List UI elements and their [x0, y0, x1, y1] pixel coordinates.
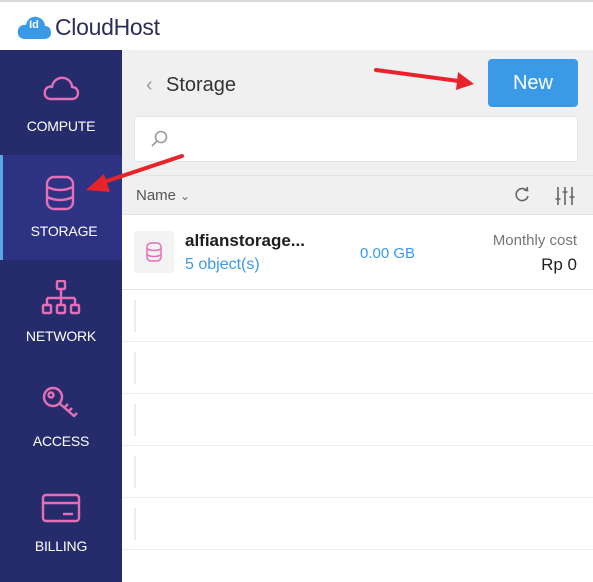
- placeholder-row: [122, 394, 593, 446]
- filter-settings-icon[interactable]: [554, 185, 576, 207]
- network-icon: [41, 280, 81, 315]
- page-title: Storage: [166, 74, 237, 96]
- cloud-logo-icon: Id: [16, 12, 52, 42]
- storage-size: 0.00 GB: [360, 245, 416, 262]
- placeholder-row: [122, 498, 593, 550]
- sidebar-item-label: COMPUTE: [26, 118, 96, 134]
- sort-label: Name: [136, 187, 177, 204]
- new-button[interactable]: New: [488, 59, 578, 107]
- logo-badge: Id: [29, 19, 39, 31]
- sidebar-item-label: STORAGE: [30, 223, 98, 239]
- table-row[interactable]: alfianstorage... 5 object(s) 0.00 GB Mon…: [122, 215, 593, 290]
- search-input[interactable]: [175, 125, 565, 153]
- sidebar-item-billing[interactable]: BILLING: [0, 470, 122, 575]
- search-box[interactable]: [134, 116, 578, 162]
- logo[interactable]: Id CloudHost: [16, 12, 160, 42]
- sidebar-item-storage[interactable]: STORAGE: [0, 155, 122, 260]
- cost-value: Rp 0: [541, 255, 577, 274]
- logo-text: CloudHost: [55, 13, 160, 40]
- credit-card-icon: [41, 493, 81, 523]
- sidebar-item-access[interactable]: ACCESS: [0, 365, 122, 470]
- cost-label: Monthly cost: [492, 232, 577, 249]
- cloud-icon: [43, 76, 80, 101]
- search-icon: [151, 130, 168, 147]
- sidebar-item-label: ACCESS: [32, 433, 90, 449]
- main-panel: ‹ Storage New Name ⌄ alfianstorage... 5 …: [122, 50, 593, 582]
- sidebar-item-compute[interactable]: COMPUTE: [0, 50, 122, 155]
- chevron-down-icon: ⌄: [180, 189, 191, 203]
- list-header: Name ⌄: [122, 175, 593, 215]
- top-bar: Id CloudHost: [0, 0, 593, 50]
- back-chevron-icon[interactable]: ‹: [146, 74, 153, 97]
- refresh-icon[interactable]: [512, 185, 532, 205]
- sidebar-item-label: BILLING: [34, 538, 88, 554]
- sidebar-item-network[interactable]: NETWORK: [0, 260, 122, 365]
- database-icon: [45, 175, 75, 211]
- row-icon-box: [134, 231, 174, 273]
- placeholder-row: [122, 290, 593, 342]
- placeholder-row: [122, 342, 593, 394]
- placeholder-row: [122, 446, 593, 498]
- key-icon: [42, 386, 78, 418]
- sidebar: COMPUTE STORAGE NETWORK ACCESS BILLING: [0, 50, 122, 582]
- storage-name[interactable]: alfianstorage...: [185, 231, 335, 251]
- object-count-link[interactable]: 5 object(s): [185, 256, 260, 274]
- sort-by-name-button[interactable]: Name ⌄: [136, 187, 190, 204]
- database-icon: [146, 242, 162, 262]
- page-header: ‹ Storage New: [122, 50, 593, 175]
- sidebar-item-label: NETWORK: [25, 328, 97, 344]
